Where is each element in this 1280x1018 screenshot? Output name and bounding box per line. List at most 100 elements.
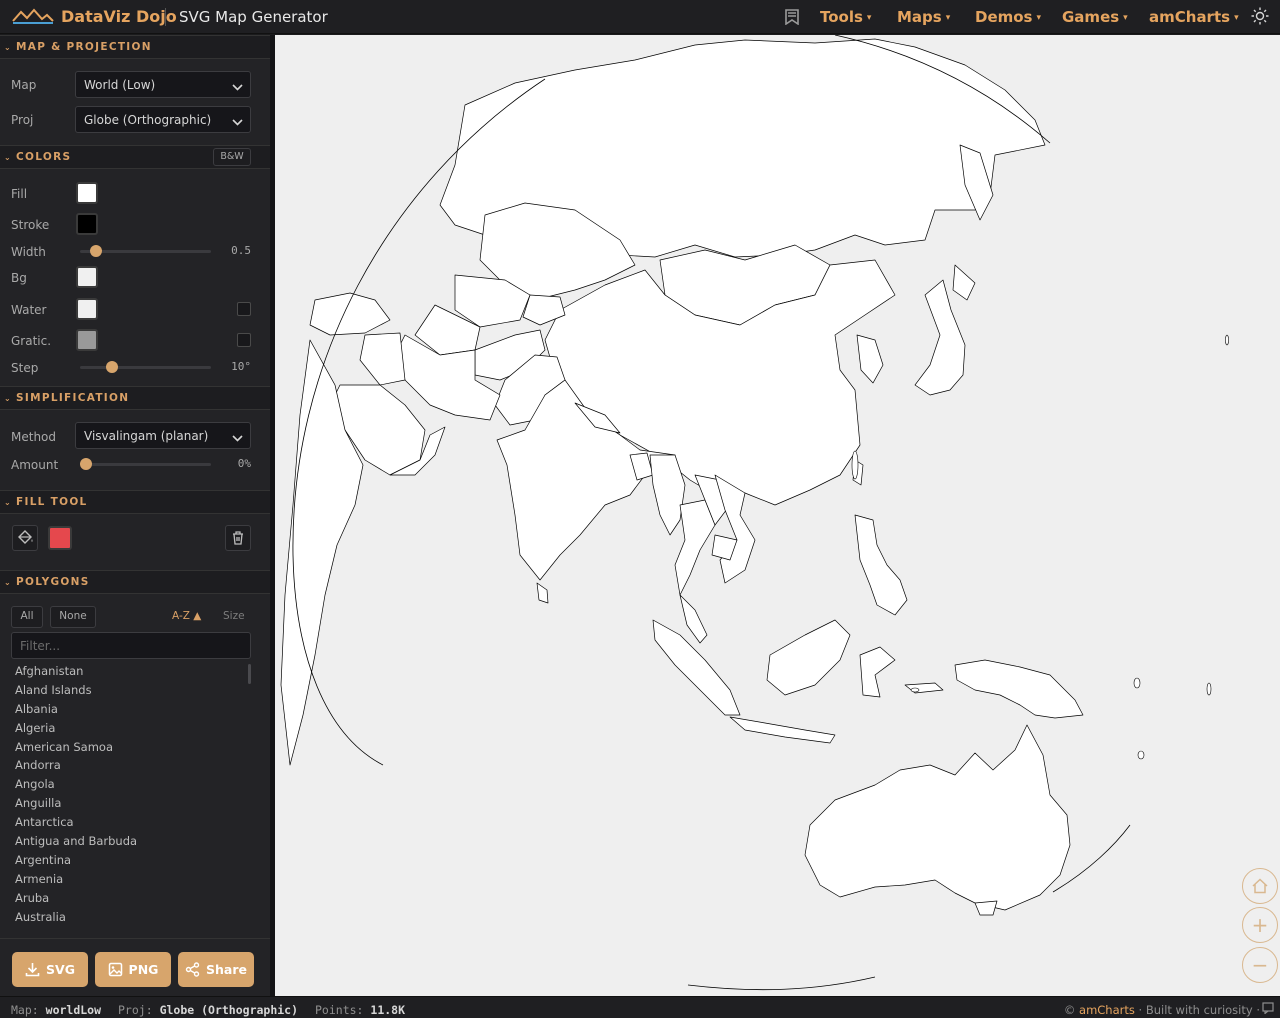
method-label: Method — [11, 430, 57, 444]
list-item[interactable]: Angola — [15, 777, 245, 796]
nav-demos[interactable]: Demos ▾ — [975, 8, 1041, 26]
section-polygons[interactable]: ⌄ POLYGONS — [0, 570, 270, 594]
width-slider-thumb[interactable] — [90, 245, 103, 257]
list-item[interactable]: American Samoa — [15, 740, 245, 759]
nav-amcharts[interactable]: amCharts ▾ — [1149, 8, 1239, 26]
status-projection: Proj: Globe (Orthographic) — [118, 1003, 299, 1017]
list-item[interactable]: Antigua and Barbuda — [15, 834, 245, 853]
chevron-down-icon: ⌄ — [4, 578, 13, 587]
map-canvas[interactable]: + − — [275, 35, 1280, 996]
nav-tools[interactable]: Tools ▾ — [820, 8, 871, 26]
country-australia[interactable] — [804, 724, 1071, 911]
water-checkbox[interactable] — [237, 302, 251, 316]
projection-select[interactable]: Globe (Orthographic) — [75, 106, 251, 133]
chevron-down-icon — [232, 431, 243, 445]
country-japan[interactable] — [914, 279, 966, 396]
country-new-guinea[interactable] — [954, 659, 1084, 719]
country-korea[interactable] — [856, 334, 884, 384]
bg-color-swatch[interactable] — [76, 266, 98, 288]
zoom-in-button[interactable]: + — [1242, 907, 1278, 943]
list-item[interactable]: Argentina — [15, 853, 245, 872]
share-button[interactable]: Share — [178, 952, 254, 987]
country-hokkaido[interactable] — [952, 264, 976, 301]
step-slider[interactable] — [80, 366, 211, 369]
nav-maps[interactable]: Maps ▾ — [897, 8, 950, 26]
zoom-out-button[interactable]: − — [1242, 947, 1278, 983]
section-title: COLORS — [16, 151, 72, 163]
reset-view-button[interactable] — [1242, 868, 1278, 904]
list-item[interactable]: Antarctica — [15, 815, 245, 834]
section-colors[interactable]: ⌄ COLORS B&W — [0, 145, 270, 169]
amount-slider[interactable] — [80, 463, 211, 466]
map-select-value: World (Low) — [84, 78, 156, 92]
export-svg-button[interactable]: SVG — [12, 952, 88, 987]
export-png-label: PNG — [128, 962, 159, 977]
globe-edge-south — [687, 976, 876, 991]
country-borneo[interactable] — [766, 619, 851, 696]
list-item[interactable]: Albania — [15, 702, 245, 721]
bookmark-icon[interactable] — [785, 9, 799, 29]
country-timor[interactable] — [904, 682, 944, 694]
select-none-button[interactable]: None — [50, 606, 96, 628]
polygon-list: Afghanistan Aland Islands Albania Algeria Am… — [15, 664, 245, 928]
country-sri-lanka[interactable] — [536, 582, 549, 604]
country-tasmania[interactable] — [974, 900, 998, 916]
section-title: POLYGONS — [16, 576, 90, 588]
country-java[interactable] — [729, 716, 836, 744]
width-value: 0.5 — [231, 244, 251, 257]
step-slider-thumb[interactable] — [106, 361, 119, 373]
sort-az-button[interactable]: A-Z ▲ — [172, 610, 201, 622]
plus-icon: + — [1251, 913, 1269, 937]
fill-tool-color-swatch[interactable] — [48, 526, 72, 550]
section-fill-tool[interactable]: ⌄ FILL TOOL — [0, 490, 270, 514]
method-select[interactable]: Visvalingam (planar) — [75, 422, 251, 449]
water-color-swatch[interactable] — [76, 298, 98, 320]
paint-bucket-button[interactable] — [12, 525, 38, 551]
sidebar: ⌄ MAP & PROJECTION Map World (Low) Proj G… — [0, 35, 270, 996]
list-item[interactable]: Algeria — [15, 721, 245, 740]
country-sulawesi[interactable] — [859, 646, 896, 698]
sun-theme-icon[interactable] — [1251, 7, 1269, 29]
export-bar: SVG PNG Share — [0, 938, 270, 996]
list-item[interactable]: Armenia — [15, 872, 245, 891]
chevron-down-icon: ▾ — [866, 13, 872, 23]
amcharts-link[interactable]: amCharts — [1079, 1003, 1135, 1017]
bw-button[interactable]: B&W — [213, 148, 251, 166]
island-mark — [1225, 334, 1229, 346]
country-malay-peninsula[interactable] — [679, 594, 708, 644]
island-mark — [1137, 750, 1145, 760]
fill-color-swatch[interactable] — [76, 182, 98, 204]
download-icon — [25, 963, 40, 977]
country-iraq[interactable] — [359, 332, 406, 386]
nav-games[interactable]: Games ▾ — [1062, 8, 1128, 26]
amount-slider-thumb[interactable] — [80, 458, 92, 470]
list-item[interactable]: Anguilla — [15, 796, 245, 815]
share-label: Share — [206, 962, 247, 977]
country-turkey[interactable] — [309, 292, 391, 336]
clear-fill-button[interactable] — [225, 525, 251, 551]
list-item[interactable]: Aland Islands — [15, 683, 245, 702]
section-simplification[interactable]: ⌄ SIMPLIFICATION — [0, 386, 270, 410]
sort-size-button[interactable]: Size — [223, 610, 245, 622]
status-bar: Map: worldLow Proj: Globe (Orthographic)… — [0, 996, 1280, 1018]
export-png-button[interactable]: PNG — [95, 952, 171, 987]
list-item[interactable]: Australia — [15, 910, 245, 929]
list-item[interactable]: Afghanistan — [15, 664, 245, 683]
map-select[interactable]: World (Low) — [75, 71, 251, 98]
polygon-filter-input[interactable] — [11, 632, 251, 659]
country-philippines[interactable] — [854, 514, 908, 616]
island-mark — [910, 687, 920, 693]
graticule-checkbox[interactable] — [237, 333, 251, 347]
country-thailand[interactable] — [674, 499, 716, 596]
stroke-color-swatch[interactable] — [76, 213, 98, 235]
list-item[interactable]: Aruba — [15, 891, 245, 910]
mountain-logo-icon[interactable] — [12, 7, 54, 29]
message-icon[interactable] — [1262, 1002, 1274, 1017]
select-all-button[interactable]: All — [11, 606, 43, 628]
brand-name[interactable]: DataViz Dojo — [61, 7, 177, 26]
polygon-list-scrollbar[interactable] — [248, 664, 251, 684]
globe-map-svg[interactable] — [275, 35, 1280, 996]
graticule-color-swatch[interactable] — [76, 329, 98, 351]
list-item[interactable]: Andorra — [15, 758, 245, 777]
section-map-projection[interactable]: ⌄ MAP & PROJECTION — [0, 35, 270, 59]
